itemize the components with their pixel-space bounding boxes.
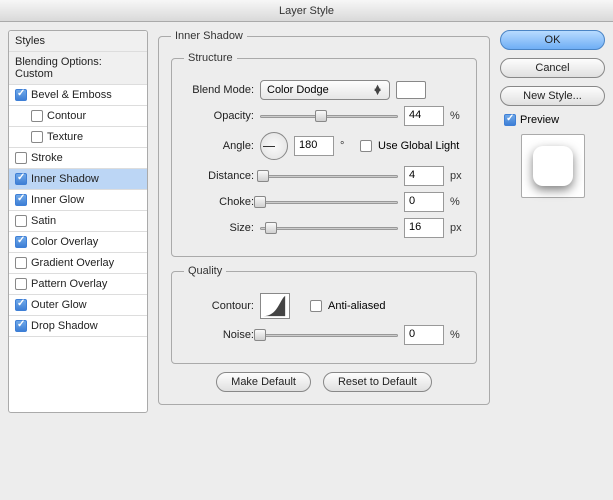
effect-checkbox[interactable] (15, 152, 27, 164)
sidebar-item-bevel-emboss[interactable]: Bevel & Emboss (9, 85, 147, 106)
noise-label: Noise: (184, 329, 254, 341)
size-unit: px (450, 222, 464, 234)
anti-aliased-label: Anti-aliased (328, 300, 385, 312)
sidebar-blending-options[interactable]: Blending Options: Custom (9, 52, 147, 85)
sidebar-item-label: Inner Glow (31, 194, 84, 206)
effect-checkbox[interactable] (15, 299, 27, 311)
sidebar-item-drop-shadow[interactable]: Drop Shadow (9, 316, 147, 337)
size-label: Size: (184, 222, 254, 234)
distance-slider[interactable] (260, 169, 398, 183)
sidebar-item-contour[interactable]: Contour (9, 106, 147, 127)
quality-group: Quality Contour: Anti-aliased Noise: 0 (171, 265, 477, 364)
effect-checkbox[interactable] (15, 215, 27, 227)
opacity-input[interactable]: 44 (404, 106, 444, 126)
ok-button[interactable]: OK (500, 30, 605, 50)
sidebar-item-label: Stroke (31, 152, 63, 164)
sidebar-item-inner-shadow[interactable]: Inner Shadow (9, 169, 147, 190)
size-input[interactable]: 16 (404, 218, 444, 238)
preview-thumbnail (521, 134, 585, 198)
anti-aliased-checkbox[interactable] (310, 300, 322, 312)
angle-dial[interactable] (260, 132, 288, 160)
choke-slider[interactable] (260, 195, 398, 209)
effect-checkbox[interactable] (15, 194, 27, 206)
structure-group: Structure Blend Mode: Color Dodge ▲▼ Opa… (171, 52, 477, 257)
effect-checkbox[interactable] (15, 236, 27, 248)
angle-label: Angle: (184, 140, 254, 152)
angle-input[interactable]: 180 (294, 136, 334, 156)
distance-input[interactable]: 4 (404, 166, 444, 186)
sidebar-item-label: Inner Shadow (31, 173, 99, 185)
effect-checkbox[interactable] (15, 257, 27, 269)
choke-input[interactable]: 0 (404, 192, 444, 212)
shadow-color-swatch[interactable] (396, 81, 426, 99)
choke-unit: % (450, 196, 464, 208)
sidebar-item-satin[interactable]: Satin (9, 211, 147, 232)
noise-slider[interactable] (260, 328, 398, 342)
preview-label: Preview (520, 114, 559, 126)
effect-checkbox[interactable] (15, 320, 27, 332)
sidebar-item-label: Pattern Overlay (31, 278, 107, 290)
use-global-light-checkbox[interactable] (360, 140, 372, 152)
opacity-label: Opacity: (184, 110, 254, 122)
effect-checkbox[interactable] (15, 278, 27, 290)
window-title: Layer Style (0, 0, 613, 22)
use-global-light-label: Use Global Light (378, 140, 459, 152)
sidebar-item-pattern-overlay[interactable]: Pattern Overlay (9, 274, 147, 295)
size-slider[interactable] (260, 221, 398, 235)
sidebar-item-stroke[interactable]: Stroke (9, 148, 147, 169)
distance-label: Distance: (184, 170, 254, 182)
contour-label: Contour: (184, 300, 254, 312)
sidebar-item-color-overlay[interactable]: Color Overlay (9, 232, 147, 253)
make-default-button[interactable]: Make Default (216, 372, 311, 392)
distance-unit: px (450, 170, 464, 182)
inner-shadow-panel: Inner Shadow Structure Blend Mode: Color… (158, 30, 490, 405)
reset-default-button[interactable]: Reset to Default (323, 372, 432, 392)
choke-label: Choke: (184, 196, 254, 208)
sidebar-item-label: Bevel & Emboss (31, 89, 112, 101)
sidebar-item-label: Satin (31, 215, 56, 227)
contour-picker[interactable] (260, 293, 290, 319)
sidebar-item-outer-glow[interactable]: Outer Glow (9, 295, 147, 316)
sidebar-item-label: Texture (47, 131, 83, 143)
quality-legend: Quality (184, 265, 226, 277)
sidebar-item-label: Drop Shadow (31, 320, 98, 332)
sidebar-item-label: Color Overlay (31, 236, 98, 248)
effect-checkbox[interactable] (15, 89, 27, 101)
sidebar-item-inner-glow[interactable]: Inner Glow (9, 190, 147, 211)
effect-checkbox[interactable] (31, 131, 43, 143)
panel-title: Inner Shadow (171, 30, 247, 42)
noise-input[interactable]: 0 (404, 325, 444, 345)
new-style-button[interactable]: New Style... (500, 86, 605, 106)
blend-mode-value: Color Dodge (267, 84, 329, 96)
effect-checkbox[interactable] (15, 173, 27, 185)
preview-checkbox[interactable] (504, 114, 516, 126)
chevron-updown-icon: ▲▼ (372, 86, 383, 94)
sidebar-item-gradient-overlay[interactable]: Gradient Overlay (9, 253, 147, 274)
sidebar-styles-header[interactable]: Styles (9, 31, 147, 52)
sidebar-item-label: Gradient Overlay (31, 257, 114, 269)
sidebar-item-texture[interactable]: Texture (9, 127, 147, 148)
opacity-unit: % (450, 110, 464, 122)
angle-unit: ° (340, 140, 354, 152)
blend-mode-select[interactable]: Color Dodge ▲▼ (260, 80, 390, 100)
sidebar-item-label: Contour (47, 110, 86, 122)
structure-legend: Structure (184, 52, 237, 64)
sidebar-item-label: Outer Glow (31, 299, 87, 311)
styles-sidebar: Styles Blending Options: Custom Bevel & … (8, 30, 148, 413)
effect-checkbox[interactable] (31, 110, 43, 122)
cancel-button[interactable]: Cancel (500, 58, 605, 78)
opacity-slider[interactable] (260, 109, 398, 123)
blend-mode-label: Blend Mode: (184, 84, 254, 96)
noise-unit: % (450, 329, 464, 341)
